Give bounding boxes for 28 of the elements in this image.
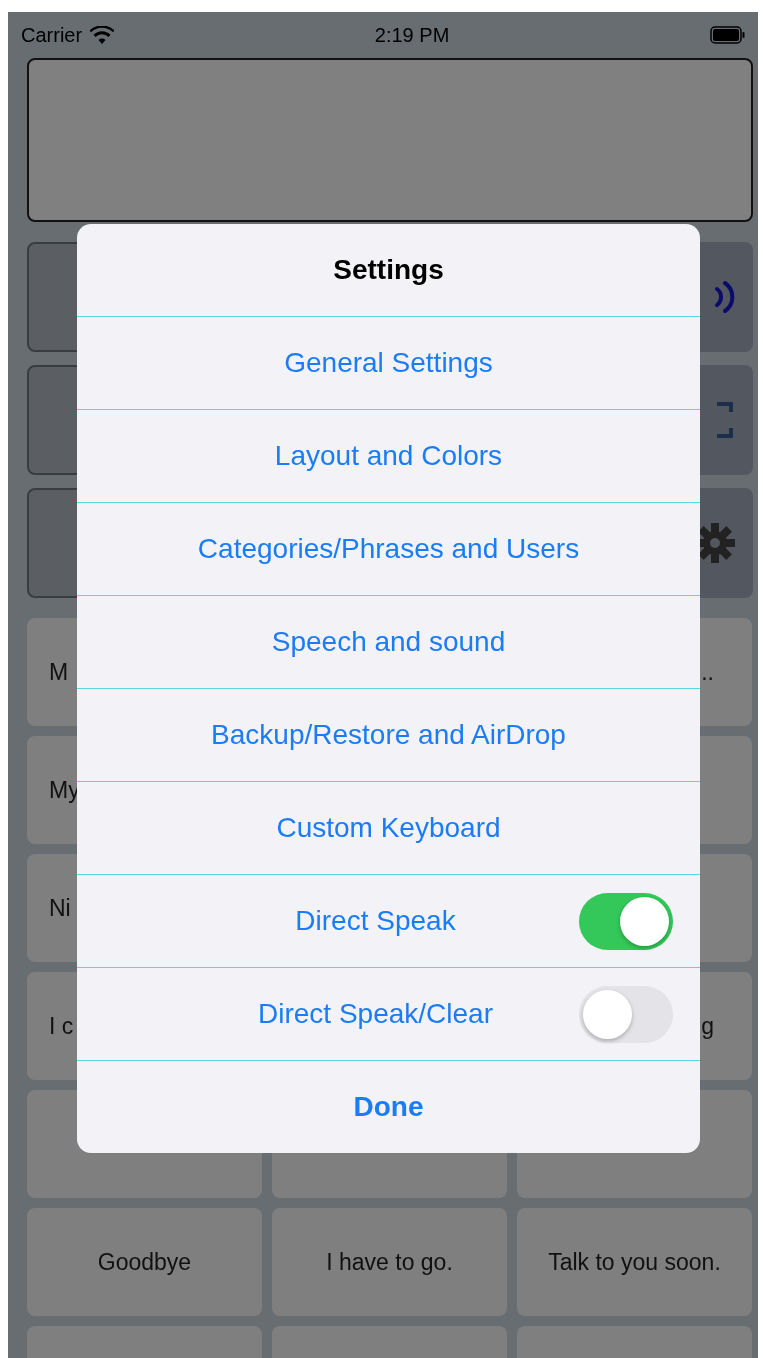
menu-option[interactable]: Backup/Restore and AirDrop	[211, 714, 566, 756]
menu-option[interactable]: General Settings	[284, 342, 493, 384]
toggle-label: Direct Speak/Clear	[258, 997, 493, 1031]
phrase-text: M	[49, 657, 69, 687]
phrase-text: ..	[701, 657, 714, 687]
done-button[interactable]: Done	[353, 1086, 424, 1128]
phrase-text: g	[701, 1011, 714, 1041]
dialog-title: Settings	[333, 253, 444, 287]
menu-option[interactable]: Custom Keyboard	[276, 807, 501, 849]
wifi-icon	[90, 26, 115, 44]
phrase-tile[interactable]: Goodbye	[27, 1208, 262, 1316]
carrier-label: Carrier	[21, 23, 83, 48]
menu-option[interactable]: Layout and Colors	[274, 435, 503, 477]
menu-option[interactable]: Speech and sound	[271, 621, 506, 663]
phrase-text: Ni	[49, 893, 71, 923]
phrase-text: Talk to you soon.	[548, 1247, 721, 1277]
phrase-text: I c	[49, 1011, 74, 1041]
menu-option[interactable]: Categories/Phrases and Users	[197, 528, 580, 570]
toggle-label: Direct Speak	[295, 904, 456, 938]
phrase-text: I have to go.	[326, 1247, 453, 1277]
clock-time: 2:19 PM	[374, 23, 450, 48]
phrase-tile[interactable]: Talk to you soon.	[517, 1208, 752, 1316]
phrase-text: Goodbye	[97, 1247, 192, 1277]
battery-icon	[710, 26, 746, 44]
text-display[interactable]	[27, 58, 753, 222]
toggle-switch[interactable]	[579, 893, 673, 950]
toggle-switch[interactable]	[579, 986, 673, 1043]
phrase-tile[interactable]: I have to go.	[272, 1208, 507, 1316]
